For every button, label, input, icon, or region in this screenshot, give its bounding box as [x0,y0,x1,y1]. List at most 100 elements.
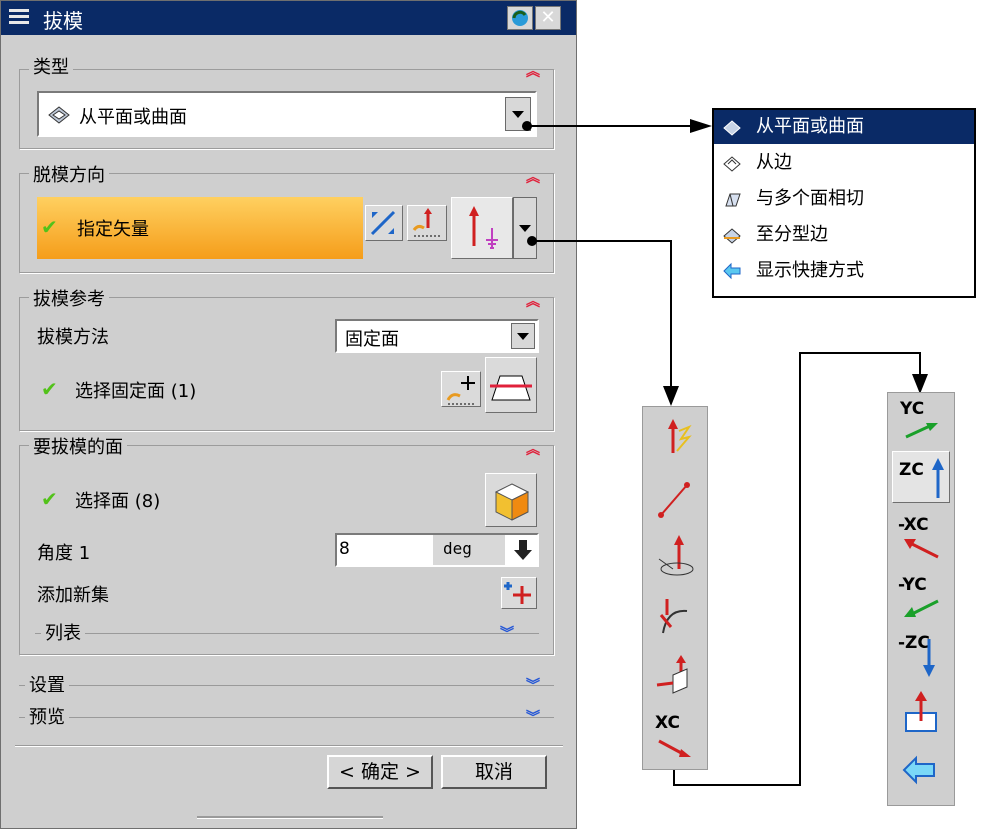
inferred-vector-icon[interactable] [659,417,693,457]
edge-draft-icon [723,156,741,172]
view-direction-icon[interactable] [902,691,940,735]
connector-line [919,352,921,376]
vector-type-button[interactable] [451,197,513,259]
menu-item-label: 显示快捷方式 [756,260,864,281]
shortcut-arrow-icon [723,262,741,280]
angle-label: 角度 1 [37,543,91,564]
xc-axis-label[interactable]: XC [655,713,680,733]
menu-item-edge[interactable]: 从边 [714,146,974,180]
settings-line [19,685,554,686]
draft-method-select[interactable]: 固定面 [335,319,539,353]
collapse-reference-icon[interactable]: ︽ [526,291,540,311]
plane-surface-icon [723,120,741,136]
menu-item-show-shortcuts[interactable]: 显示快捷方式 [714,254,974,288]
xc-arrow-icon[interactable] [657,737,693,759]
connector-line [799,352,801,786]
connector-dot-icon [522,121,532,131]
select-faces-label[interactable]: 选择面 (8) [75,487,160,513]
menu-item-label: 与多个面相切 [756,188,864,209]
zc-axis-vector-icon [469,206,498,249]
list-subgroup-line [35,633,539,634]
face-select-button[interactable] [485,473,537,527]
add-fixed-face-button[interactable] [441,371,481,407]
yc-arrow-icon[interactable] [904,421,940,441]
angle-input[interactable]: 8 deg [335,533,539,567]
collapse-direction-icon[interactable]: ︽ [526,167,540,187]
plane-surface-icon [48,106,70,124]
draft-dialog: 拔模 ✕ 类型 ︽ 从平面或曲面 脱模方向 ︽ ✔ 指定矢量 拔模参考 ︽ 拔模… [0,0,577,829]
vector-dialog-button[interactable] [407,205,447,241]
menu-item-label: 从边 [756,152,792,173]
type-group-title: 类型 [29,53,73,79]
type-dropdown-menu: 从平面或曲面 从边 与多个面相切 至分型边 显示快捷方式 [712,108,976,298]
connector-dot-icon [527,236,537,246]
faces-group-title: 要拔模的面 [29,433,127,459]
yc-axis-label[interactable]: YC [900,399,924,419]
face-normal-vector-icon[interactable] [653,533,697,579]
expression-menu-icon[interactable] [511,538,535,562]
type-select-value: 从平面或曲面 [79,107,187,128]
resize-grip[interactable] [197,816,383,819]
arrow-head-icon [912,374,928,394]
menu-item-plane-surface[interactable]: 从平面或曲面 [714,110,974,144]
fixed-face-icon [490,375,532,401]
connector-line [673,784,801,786]
menu-item-label: 从平面或曲面 [756,116,864,137]
neg-xc-axis-label[interactable]: -XC [898,515,929,535]
list-subgroup-title: 列表 [41,619,85,645]
window-menu-icon[interactable] [9,9,29,27]
ok-button[interactable]: < 确定 > [327,755,433,789]
hide-shortcuts-icon[interactable] [902,755,938,785]
add-new-set-button[interactable] [501,577,537,609]
plane-normal-vector-icon[interactable] [653,653,697,699]
specify-vector-label: 指定矢量 [77,219,149,240]
zc-arrow-icon [932,458,944,498]
title-bar: 拔模 ✕ [1,1,576,35]
type-select[interactable]: 从平面或曲面 [37,91,537,137]
preview-line [19,717,554,718]
zc-axis-button[interactable]: ZC [892,451,950,503]
reference-group [19,297,554,431]
check-icon: ✔ [41,377,58,401]
neg-yc-axis-label[interactable]: -YC [898,575,927,595]
axis-toolbar: YC ZC -XC -YC -ZC [887,392,955,806]
curve-tangent-vector-icon[interactable] [653,593,697,639]
specify-vector-selector[interactable]: ✔ 指定矢量 [37,197,363,259]
collapse-faces-icon[interactable]: ︽ [526,439,540,459]
settings-title[interactable]: 设置 [25,671,69,697]
vector-type-dropdown[interactable] [513,197,537,259]
connector-line [532,240,672,242]
angle-unit: deg [443,539,472,558]
draft-method-dropdown[interactable] [511,323,535,349]
direction-group-title: 脱模方向 [29,161,109,187]
preview-title[interactable]: 预览 [25,703,69,729]
reset-button[interactable] [507,6,533,30]
expand-list-icon[interactable]: ︾ [500,623,514,643]
two-points-vector-icon[interactable] [655,475,695,521]
vector-type-toolbar: XC [642,406,708,770]
select-fixed-face-label[interactable]: 选择固定面 (1) [75,377,196,403]
solid-face-icon [494,483,530,521]
fixed-face-button[interactable] [485,357,537,413]
arrow-head-icon [663,386,679,406]
reset-icon [512,10,528,26]
expand-preview-icon[interactable]: ︾ [526,707,540,727]
reverse-direction-icon [370,210,396,236]
menu-item-parting-edge[interactable]: 至分型边 [714,218,974,252]
button-separator [15,745,563,747]
connector-line [527,125,707,127]
reverse-direction-button[interactable] [365,205,403,241]
check-icon: ✔ [41,487,58,511]
expand-settings-icon[interactable]: ︾ [526,675,540,695]
collapse-type-icon[interactable]: ︽ [526,61,540,81]
neg-zc-arrow-icon[interactable] [920,637,938,679]
close-button[interactable]: ✕ [535,6,561,30]
menu-item-tangent-faces[interactable]: 与多个面相切 [714,182,974,216]
zc-axis-label: ZC [899,460,924,480]
reference-group-title: 拔模参考 [29,285,109,311]
cancel-button[interactable]: 取消 [441,755,547,789]
neg-yc-arrow-icon[interactable] [902,597,942,619]
tangent-faces-icon [725,193,741,207]
add-new-set-label: 添加新集 [37,585,109,606]
neg-xc-arrow-icon[interactable] [902,537,942,559]
